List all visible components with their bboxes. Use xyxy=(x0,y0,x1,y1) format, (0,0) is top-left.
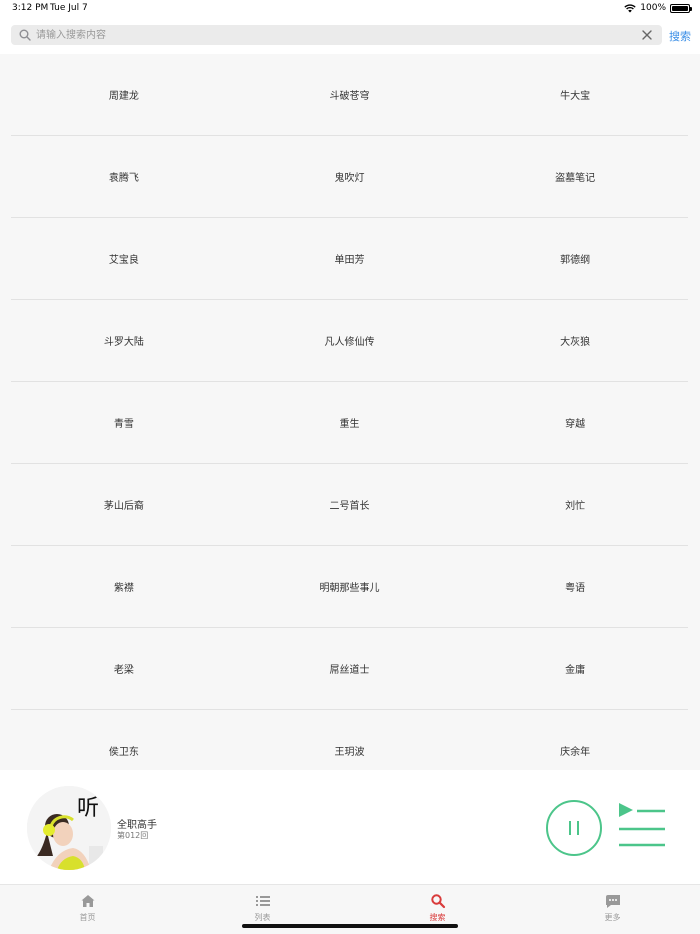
search-input[interactable] xyxy=(36,25,640,45)
search-bar: 搜索 xyxy=(0,18,700,54)
keyword-item[interactable]: 盗墓笔记 xyxy=(462,136,688,217)
keyword-item[interactable]: 斗罗大陆 xyxy=(11,300,237,381)
battery-percent: 100% xyxy=(640,3,666,13)
keyword-item[interactable]: 粤语 xyxy=(462,546,688,627)
pause-button[interactable] xyxy=(546,800,602,856)
more-icon xyxy=(605,895,620,908)
cover-text: 听 xyxy=(77,796,100,821)
track-title: 全职高手 xyxy=(117,820,157,831)
keyword-row: 侯卫东 王玥波 庆余年 xyxy=(11,710,688,770)
keyword-row: 紫襟 明朝那些事儿 粤语 xyxy=(11,546,688,628)
keyword-item[interactable]: 刘忙 xyxy=(462,464,688,545)
keyword-item[interactable]: 茅山后裔 xyxy=(11,464,237,545)
home-indicator xyxy=(242,924,458,928)
keyword-item[interactable]: 艾宝良 xyxy=(11,218,237,299)
search-button[interactable]: 搜索 xyxy=(669,28,691,44)
tab-label: 更多 xyxy=(604,913,621,922)
keyword-item[interactable]: 斗破苍穹 xyxy=(237,54,463,135)
keyword-item[interactable]: 青雪 xyxy=(11,382,237,463)
keyword-item[interactable]: 重生 xyxy=(237,382,463,463)
keyword-row: 青雪 重生 穿越 xyxy=(11,382,688,464)
keyword-row: 茅山后裔 二号首长 刘忙 xyxy=(11,464,688,546)
mini-player: 听 全职高手 第012回 xyxy=(0,770,700,884)
status-time: 3:12 PM xyxy=(12,3,49,13)
keyword-item[interactable]: 二号首长 xyxy=(237,464,463,545)
keyword-item[interactable]: 牛大宝 xyxy=(462,54,688,135)
tab-more[interactable]: 更多 xyxy=(525,885,700,934)
keyword-item[interactable]: 屌丝道士 xyxy=(237,628,463,709)
album-cover[interactable]: 听 xyxy=(27,786,111,870)
status-right: 100% xyxy=(624,3,692,13)
keyword-item[interactable]: 侯卫东 xyxy=(11,710,237,770)
keyword-item[interactable]: 王玥波 xyxy=(237,710,463,770)
keyword-item[interactable]: 紫襟 xyxy=(11,546,237,627)
tab-label: 首页 xyxy=(79,913,96,922)
search-icon xyxy=(430,894,445,909)
wifi-icon xyxy=(624,3,636,12)
tab-label: 列表 xyxy=(254,913,271,922)
keyword-item[interactable]: 明朝那些事儿 xyxy=(237,546,463,627)
keyword-item[interactable]: 庆余年 xyxy=(462,710,688,770)
keyword-item[interactable]: 鬼吹灯 xyxy=(237,136,463,217)
battery-fill xyxy=(672,5,688,11)
pause-icon-bar-left xyxy=(569,821,571,835)
keyword-row: 斗罗大陆 凡人修仙传 大灰狼 xyxy=(11,300,688,382)
keyword-grid: 周建龙 斗破苍穹 牛大宝 袁腾飞 鬼吹灯 盗墓笔记 艾宝良 单田芳 郭德纲 斗罗大陆 凡人修仙传 大灰… xyxy=(11,54,688,770)
keyword-row: 袁腾飞 鬼吹灯 盗墓笔记 xyxy=(11,136,688,218)
status-bar: 3:12 PM Tue Jul 7 100% xyxy=(0,0,700,18)
search-box[interactable] xyxy=(11,25,662,45)
keyword-item[interactable]: 金庸 xyxy=(462,628,688,709)
home-icon xyxy=(81,895,94,907)
keyword-row: 艾宝良 单田芳 郭德纲 xyxy=(11,218,688,300)
pause-icon-bar-right xyxy=(577,821,579,835)
keyword-row: 老梁 屌丝道士 金庸 xyxy=(11,628,688,710)
keyword-item[interactable]: 老梁 xyxy=(11,628,237,709)
keyword-item[interactable]: 周建龙 xyxy=(11,54,237,135)
status-date: Tue Jul 7 xyxy=(50,3,88,13)
track-episode: 第012回 xyxy=(117,831,149,840)
battery-icon xyxy=(670,3,692,13)
keyword-item[interactable]: 穿越 xyxy=(462,382,688,463)
keyword-item[interactable]: 大灰狼 xyxy=(462,300,688,381)
tab-label: 搜索 xyxy=(429,913,446,922)
search-icon xyxy=(19,29,31,41)
clear-icon[interactable] xyxy=(640,28,654,42)
list-icon xyxy=(255,896,270,906)
keyword-row: 周建龙 斗破苍穹 牛大宝 xyxy=(11,54,688,136)
keyword-item[interactable]: 凡人修仙传 xyxy=(237,300,463,381)
keyword-item[interactable]: 郭德纲 xyxy=(462,218,688,299)
tab-home[interactable]: 首页 xyxy=(0,885,175,934)
keyword-item[interactable]: 单田芳 xyxy=(237,218,463,299)
keyword-item[interactable]: 袁腾飞 xyxy=(11,136,237,217)
playlist-icon[interactable] xyxy=(617,802,667,848)
